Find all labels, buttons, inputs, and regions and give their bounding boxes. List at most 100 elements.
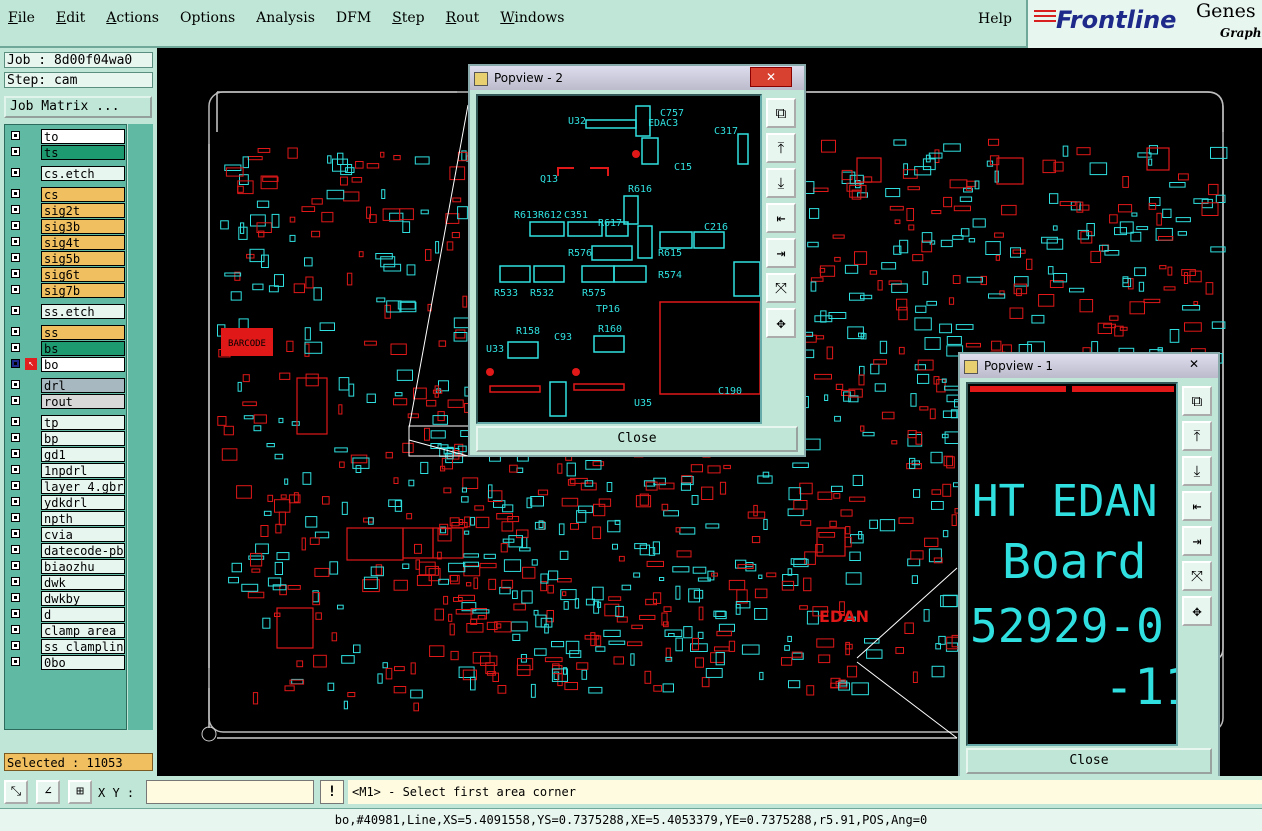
layer-row-gd1[interactable]: gd1 (5, 447, 127, 462)
layer-row-dwk[interactable]: dwk (5, 575, 127, 590)
menu-actions[interactable]: Actions (106, 10, 159, 26)
layer-checkbox[interactable] (11, 497, 20, 506)
layer-checkbox[interactable] (11, 625, 20, 634)
pan-left-icon[interactable]: ⇤ (766, 203, 796, 233)
layer-row-tp[interactable]: tp (5, 415, 127, 430)
layer-row-bo[interactable]: ↖ bo (5, 357, 127, 372)
layer-checkbox[interactable] (11, 306, 20, 315)
snap-grid-icon[interactable]: ⊞ (68, 780, 92, 804)
menu-windows[interactable]: Windows (500, 10, 564, 26)
job-matrix-button[interactable]: Job Matrix ... (4, 96, 152, 118)
layer-row-sig2t[interactable]: sig2t (5, 203, 127, 218)
layer-checkbox[interactable] (11, 269, 20, 278)
layer-checkbox[interactable] (11, 481, 20, 490)
layer-checkbox[interactable] (11, 657, 20, 666)
layer-checkbox[interactable] (11, 168, 20, 177)
layer-checkbox[interactable] (11, 545, 20, 554)
layer-row-ss.etch[interactable]: ss.etch (5, 304, 127, 319)
layer-checkbox[interactable] (11, 189, 20, 198)
layer-checkbox[interactable] (11, 253, 20, 262)
layer-checkbox[interactable] (11, 449, 20, 458)
layer-checkbox[interactable] (11, 417, 20, 426)
layer-row-cs.etch[interactable]: cs.etch (5, 166, 127, 181)
layer-row-cs[interactable]: cs (5, 187, 127, 202)
layer-checkbox[interactable] (11, 577, 20, 586)
pan-right-icon[interactable]: ⇥ (766, 238, 796, 268)
layer-row-datecode-pbe[interactable]: datecode-pbe (5, 543, 127, 558)
layer-checkbox[interactable] (11, 380, 20, 389)
layer-row-d[interactable]: d (5, 607, 127, 622)
layer-checkbox[interactable] (11, 529, 20, 538)
menu-help[interactable]: Help (978, 11, 1012, 27)
zoom-out-icon[interactable]: ⤧ (1182, 561, 1212, 591)
layer-row-npth[interactable]: npth (5, 511, 127, 526)
layer-checkbox[interactable] (11, 359, 20, 368)
layer-checkbox[interactable] (11, 205, 20, 214)
close-icon[interactable]: ✕ (1174, 355, 1214, 373)
layer-checkbox[interactable] (11, 285, 20, 294)
layer-checkbox[interactable] (11, 433, 20, 442)
alert-button[interactable]: ! (320, 780, 344, 804)
xy-input[interactable] (146, 780, 314, 804)
pan-left-icon[interactable]: ⇤ (1182, 491, 1212, 521)
layer-checkbox[interactable] (11, 465, 20, 474)
pan-up-icon[interactable]: ⤒ (1182, 421, 1212, 451)
layer-checkbox[interactable] (11, 343, 20, 352)
menu-file[interactable]: File (8, 10, 35, 26)
popview-2-close-button[interactable]: Close (476, 426, 798, 452)
zoom-out-icon[interactable]: ⤧ (766, 273, 796, 303)
menu-rout[interactable]: Rout (446, 10, 480, 26)
popview-2-view[interactable]: U32 C757 C15 C317 Q13 R616 C351 R613 R612 R617 C21… (476, 94, 762, 424)
fit-icon[interactable]: ⧉ (766, 98, 796, 128)
layer-row-drl[interactable]: drl (5, 378, 127, 393)
fit-icon[interactable]: ⧉ (1182, 386, 1212, 416)
layer-checkbox[interactable] (11, 641, 20, 650)
layer-row-sig4t[interactable]: sig4t (5, 235, 127, 250)
layer-row-sig5b[interactable]: sig5b (5, 251, 127, 266)
menu-step[interactable]: Step (392, 10, 424, 26)
layer-row-sig7b[interactable]: sig7b (5, 283, 127, 298)
layer-row-sig3b[interactable]: sig3b (5, 219, 127, 234)
layer-row-clamp_area[interactable]: clamp_area (5, 623, 127, 638)
zoom-window-icon[interactable]: ⤡ (4, 780, 28, 804)
layer-checkbox[interactable] (11, 396, 20, 405)
layer-row-layer_4.gbr[interactable]: layer_4.gbr (5, 479, 127, 494)
menu-options[interactable]: Options (180, 10, 235, 26)
layer-checkbox[interactable] (11, 131, 20, 140)
pan-down-icon[interactable]: ⤓ (766, 168, 796, 198)
zoom-in-icon[interactable]: ✥ (766, 308, 796, 338)
measure-icon[interactable]: ∠ (36, 780, 60, 804)
layer-row-to[interactable]: to (5, 129, 127, 144)
pan-up-icon[interactable]: ⤒ (766, 133, 796, 163)
menu-dfm[interactable]: DFM (336, 10, 371, 26)
layer-checkbox[interactable] (11, 147, 20, 156)
menu-edit[interactable]: Edit (56, 10, 85, 26)
layer-row-dwkby[interactable]: dwkby (5, 591, 127, 606)
layer-row-ts[interactable]: ts (5, 145, 127, 160)
layer-checkbox[interactable] (11, 513, 20, 522)
layer-row-ss_clampline[interactable]: ss_clampline (5, 639, 127, 654)
layer-row-1npdrl[interactable]: 1npdrl (5, 463, 127, 478)
layer-row-cvia[interactable]: cvia (5, 527, 127, 542)
layer-row-rout[interactable]: rout (5, 394, 127, 409)
layer-row-sig6t[interactable]: sig6t (5, 267, 127, 282)
layer-row-ydkdrl[interactable]: ydkdrl (5, 495, 127, 510)
layer-row-bp[interactable]: bp (5, 431, 127, 446)
pan-down-icon[interactable]: ⤓ (1182, 456, 1212, 486)
layer-row-biaozhu[interactable]: biaozhu (5, 559, 127, 574)
layer-row-0bo[interactable]: 0bo (5, 655, 127, 670)
layer-checkbox[interactable] (11, 327, 20, 336)
zoom-in-icon[interactable]: ✥ (1182, 596, 1212, 626)
layer-row-bs[interactable]: bs (5, 341, 127, 356)
close-icon[interactable]: ✕ (750, 67, 792, 87)
layer-checkbox[interactable] (11, 237, 20, 246)
popview-1-view[interactable]: HT EDAN Board 52929-0-11 (966, 382, 1178, 746)
layer-checkbox[interactable] (11, 561, 20, 570)
layer-checkbox[interactable] (11, 593, 20, 602)
layer-checkbox[interactable] (11, 609, 20, 618)
layer-row-ss[interactable]: ss (5, 325, 127, 340)
pan-right-icon[interactable]: ⇥ (1182, 526, 1212, 556)
popview-1-close-button[interactable]: Close (966, 748, 1212, 774)
menu-analysis[interactable]: Analysis (256, 10, 315, 26)
layer-checkbox[interactable] (11, 221, 20, 230)
